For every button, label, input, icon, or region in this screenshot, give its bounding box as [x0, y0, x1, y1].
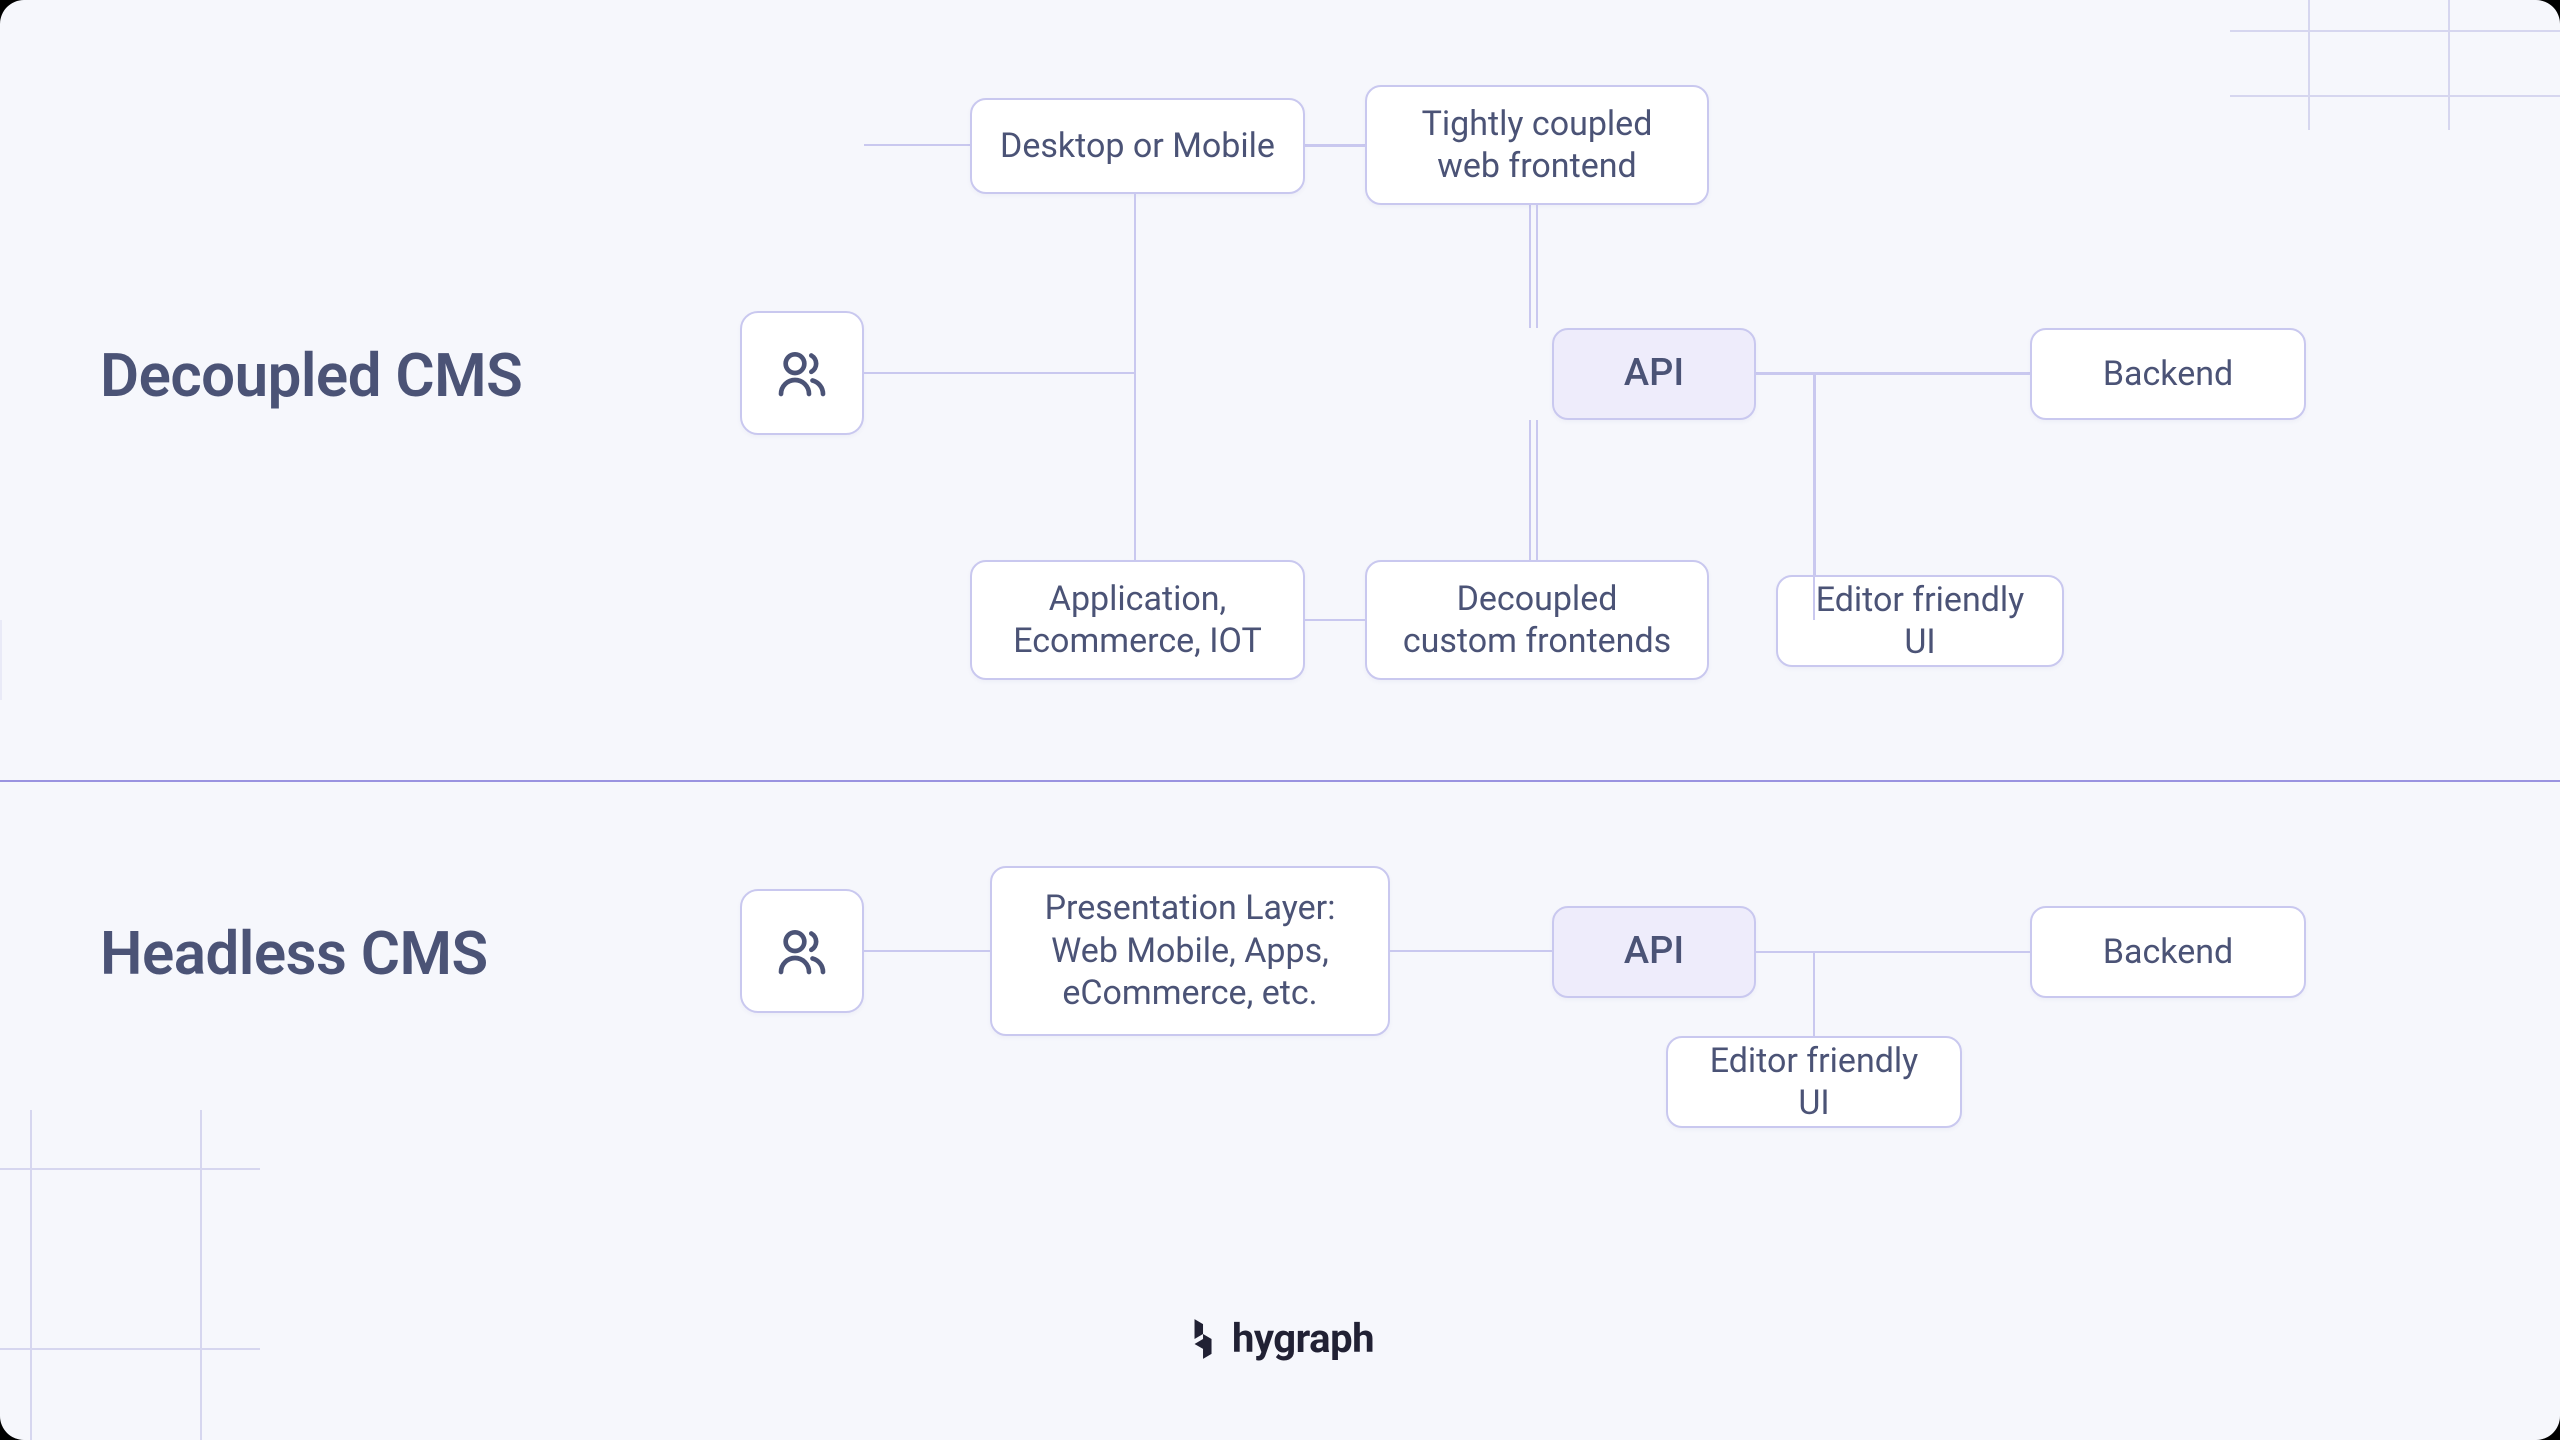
node-desktop-mobile: Desktop or Mobile: [970, 98, 1305, 194]
headless-title: Headless CMS: [100, 918, 488, 989]
deco-line: [200, 1110, 202, 1440]
node-presentation: Presentation Layer: Web Mobile, Apps, eC…: [990, 866, 1390, 1036]
deco-line: [30, 1110, 32, 1440]
node-decoupled-frontends: Decoupled custom frontends: [1365, 560, 1709, 680]
node-tightly-coupled: Tightly coupled web frontend: [1365, 85, 1709, 205]
brand-logo: hygraph: [1186, 1315, 1374, 1362]
node-api-decoupled: API: [1552, 328, 1756, 420]
users-icon-box-headless: [740, 889, 864, 1013]
diagram-canvas: Decoupled CMS: [0, 0, 2560, 1440]
users-icon: [774, 923, 830, 979]
deco-line: [0, 1348, 260, 1350]
hygraph-mark-icon: [1186, 1319, 1220, 1359]
node-editor-ui-decoupled: Editor friendly UI: [1776, 575, 2064, 667]
deco-line: [0, 1168, 260, 1170]
node-api-headless: API: [1552, 906, 1756, 998]
node-editor-ui-headless: Editor friendly UI: [1666, 1036, 1962, 1128]
connector-headless: [0, 780, 2560, 1300]
section-divider: [0, 780, 2560, 782]
brand-name: hygraph: [1232, 1315, 1374, 1362]
node-backend-headless: Backend: [2030, 906, 2306, 998]
node-app-iot: Application, Ecommerce, IOT: [970, 560, 1305, 680]
node-backend-decoupled: Backend: [2030, 328, 2306, 420]
